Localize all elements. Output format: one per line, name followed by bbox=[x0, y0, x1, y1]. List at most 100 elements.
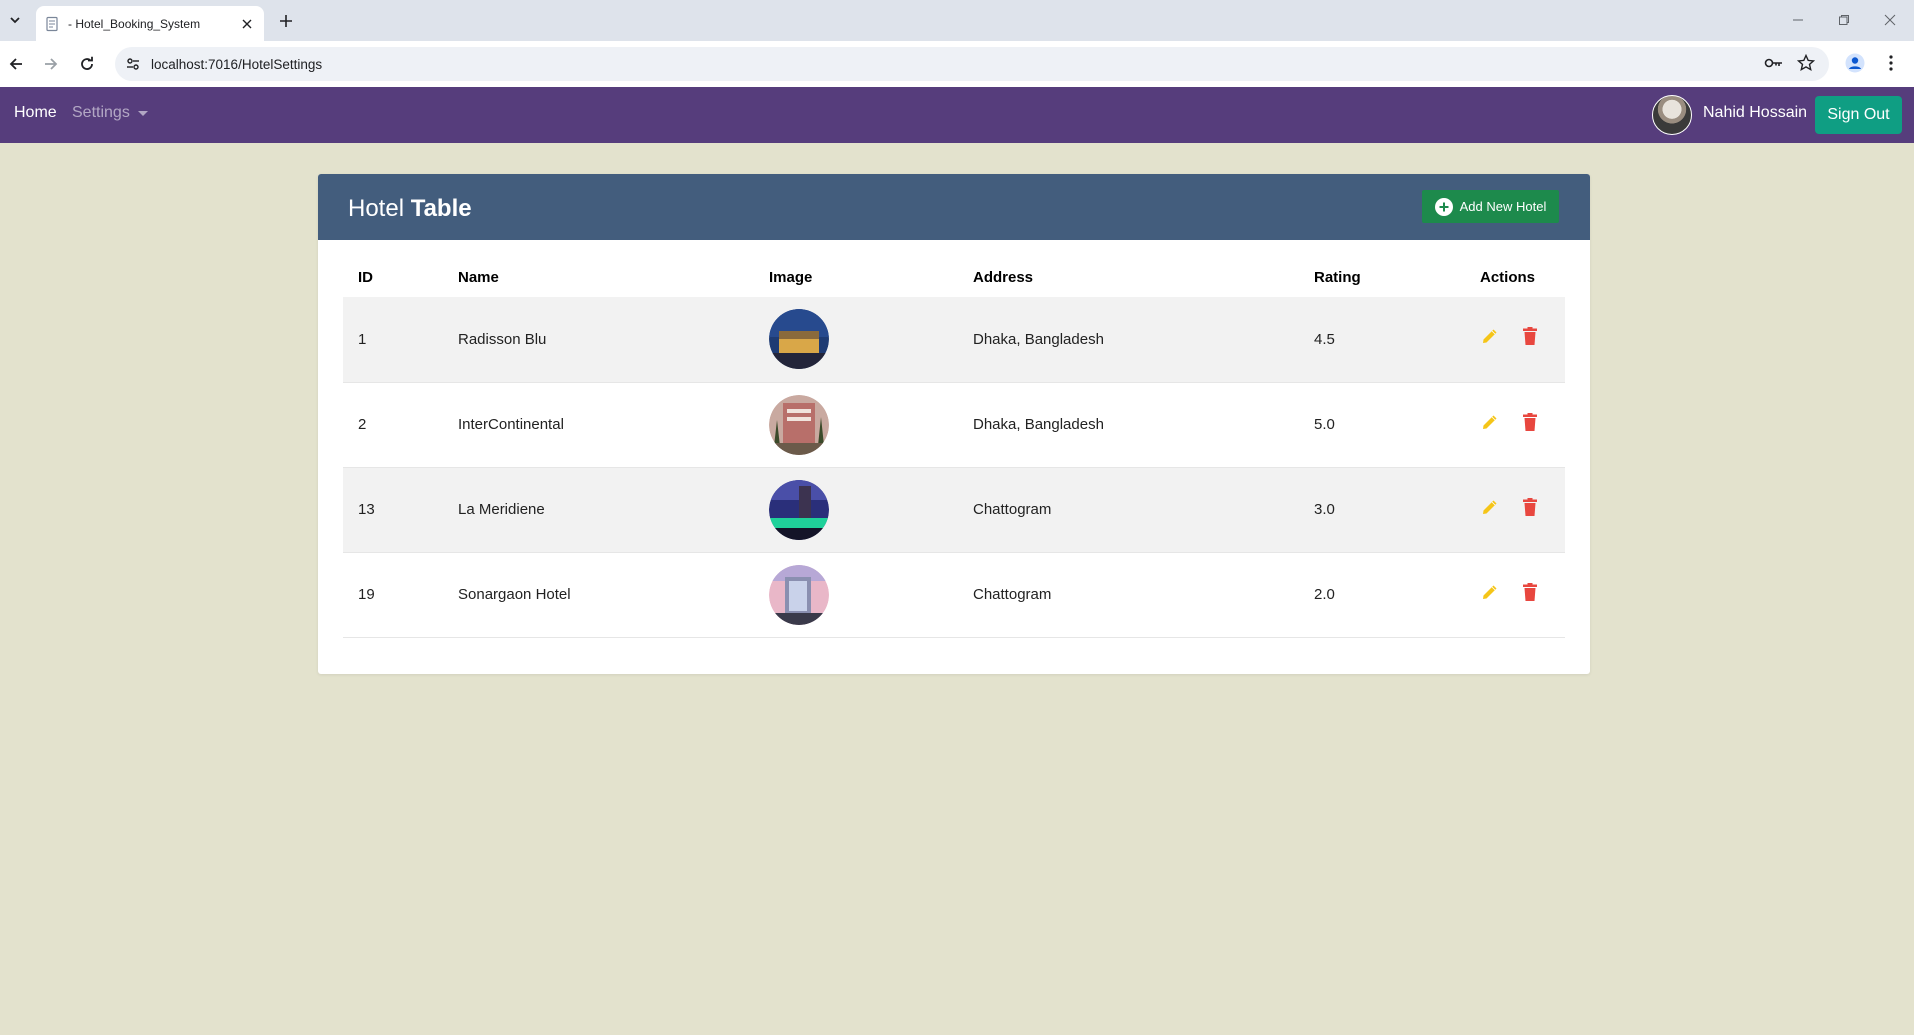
table-row: 19 Sonargaon Hotel Chattogram 2.0 bbox=[343, 552, 1565, 638]
delete-button[interactable] bbox=[1520, 326, 1540, 346]
cell-image bbox=[754, 382, 958, 468]
caret-down-icon bbox=[137, 110, 148, 116]
minimize-button[interactable] bbox=[1786, 8, 1810, 32]
profile-icon bbox=[1845, 53, 1865, 73]
trash-icon bbox=[1523, 497, 1537, 516]
page-title: Hotel Table bbox=[348, 195, 472, 223]
delete-button[interactable] bbox=[1520, 582, 1540, 602]
cell-rating: 3.0 bbox=[1299, 467, 1465, 553]
header-id: ID bbox=[358, 269, 373, 286]
trash-icon bbox=[1523, 327, 1537, 346]
hotel-thumbnail bbox=[769, 479, 829, 540]
arrow-right-icon bbox=[45, 58, 58, 70]
cell-name: Radisson Blu bbox=[443, 297, 754, 383]
url-text: localhost:7016/HotelSettings bbox=[151, 56, 323, 72]
restore-button[interactable] bbox=[1832, 8, 1856, 32]
sign-out-button[interactable]: Sign Out bbox=[1815, 96, 1902, 134]
cell-id: 13 bbox=[343, 467, 443, 553]
cell-address: Chattogram bbox=[958, 552, 1299, 638]
arrow-left-icon bbox=[9, 58, 22, 70]
pencil-icon bbox=[1483, 585, 1497, 599]
cell-rating: 5.0 bbox=[1299, 382, 1465, 468]
title-part-1: Hotel bbox=[348, 195, 405, 222]
header-name: Name bbox=[458, 269, 499, 286]
close-window-button[interactable] bbox=[1878, 8, 1902, 32]
reload-button[interactable] bbox=[74, 51, 100, 77]
password-button[interactable] bbox=[1761, 50, 1787, 76]
app-navbar: Home Settings Nahid Hossain Sign Out bbox=[0, 87, 1914, 143]
header-rating: Rating bbox=[1314, 269, 1361, 286]
minimize-icon bbox=[1793, 19, 1803, 21]
cell-name: InterContinental bbox=[443, 382, 754, 468]
cell-address: Dhaka, Bangladesh bbox=[958, 382, 1299, 468]
user-name: Nahid Hossain bbox=[1703, 104, 1808, 121]
trash-icon bbox=[1523, 582, 1537, 601]
title-part-2: Table bbox=[410, 195, 472, 222]
hotel-thumbnail bbox=[769, 564, 829, 625]
nav-settings-dropdown[interactable]: Settings bbox=[72, 104, 148, 122]
edit-button[interactable] bbox=[1480, 326, 1500, 346]
restore-icon bbox=[1839, 15, 1849, 25]
plus-icon bbox=[280, 15, 292, 27]
edit-button[interactable] bbox=[1480, 582, 1500, 602]
nav-home-link[interactable]: Home bbox=[14, 104, 57, 122]
bookmark-button[interactable] bbox=[1793, 50, 1819, 76]
pencil-icon bbox=[1483, 415, 1497, 429]
cell-address: Chattogram bbox=[958, 467, 1299, 553]
forward-button[interactable] bbox=[38, 51, 64, 77]
browser-tab[interactable]: - Hotel_Booking_System bbox=[36, 6, 264, 41]
hotel-table-card: Hotel Table Add New Hotel ID Name Image … bbox=[318, 174, 1590, 674]
pencil-icon bbox=[1483, 500, 1497, 514]
reload-icon bbox=[81, 56, 93, 70]
key-icon bbox=[1764, 58, 1782, 68]
edit-button[interactable] bbox=[1480, 497, 1500, 517]
cell-image bbox=[754, 552, 958, 638]
pencil-icon bbox=[1483, 329, 1497, 344]
new-tab-button[interactable] bbox=[274, 9, 298, 33]
avatar bbox=[1652, 95, 1692, 135]
delete-button[interactable] bbox=[1520, 497, 1540, 517]
header-actions: Actions bbox=[1480, 269, 1536, 286]
table-row: 1 Radisson Blu Dhaka, Bangladesh 4.5 bbox=[343, 297, 1565, 383]
star-icon bbox=[1797, 54, 1815, 72]
profile-button[interactable] bbox=[1842, 50, 1868, 76]
cell-name: Sonargaon Hotel bbox=[443, 552, 754, 638]
header-image: Image bbox=[769, 269, 813, 286]
close-icon bbox=[1884, 14, 1896, 26]
cell-id: 2 bbox=[343, 382, 443, 468]
trash-icon bbox=[1523, 412, 1537, 431]
back-button[interactable] bbox=[3, 51, 29, 77]
table-row: 13 La Meridiene Chattogram 3.0 bbox=[343, 467, 1565, 553]
close-icon bbox=[242, 19, 252, 28]
add-new-hotel-button[interactable]: Add New Hotel bbox=[1422, 190, 1559, 223]
hotel-table: ID Name Image Address Rating Actions 1 R… bbox=[343, 258, 1565, 638]
tab-title: - Hotel_Booking_System bbox=[68, 16, 201, 31]
tune-icon bbox=[127, 58, 139, 70]
table-header-row: ID Name Image Address Rating Actions bbox=[343, 258, 1565, 297]
browser-toolbar: localhost:7016/HotelSettings bbox=[0, 41, 1914, 87]
nav-settings-label: Settings bbox=[72, 104, 130, 121]
add-new-hotel-label: Add New Hotel bbox=[1459, 199, 1547, 214]
cell-id: 1 bbox=[343, 297, 443, 383]
edit-button[interactable] bbox=[1480, 412, 1500, 432]
table-row: 2 InterContinental Dhaka, Bangladesh 5.0 bbox=[343, 382, 1565, 468]
cell-actions bbox=[1465, 297, 1565, 383]
plus-circle-icon bbox=[1434, 197, 1453, 216]
cell-id: 19 bbox=[343, 552, 443, 638]
cell-name: La Meridiene bbox=[443, 467, 754, 553]
page-icon bbox=[46, 16, 58, 31]
site-info-button[interactable] bbox=[123, 54, 143, 74]
browser-menu-button[interactable] bbox=[1878, 50, 1904, 76]
browser-tab-bar: - Hotel_Booking_System bbox=[0, 0, 1914, 41]
address-bar[interactable]: localhost:7016/HotelSettings bbox=[115, 47, 1829, 81]
tab-close-button[interactable] bbox=[238, 15, 256, 33]
cell-address: Dhaka, Bangladesh bbox=[958, 297, 1299, 383]
delete-button[interactable] bbox=[1520, 412, 1540, 432]
more-vertical-icon bbox=[1889, 55, 1893, 71]
card-header: Hotel Table Add New Hotel bbox=[318, 174, 1590, 240]
tab-search-button[interactable] bbox=[4, 9, 26, 31]
cell-image bbox=[754, 467, 958, 553]
cell-rating: 2.0 bbox=[1299, 552, 1465, 638]
hotel-thumbnail bbox=[769, 394, 829, 455]
hotel-thumbnail bbox=[769, 309, 829, 370]
